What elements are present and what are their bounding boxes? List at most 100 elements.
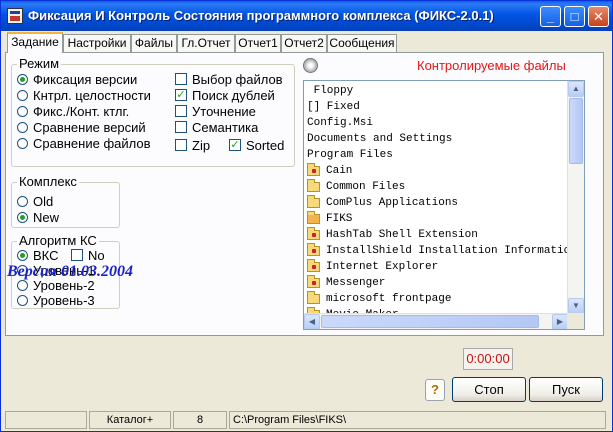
radio-new-dot[interactable] xyxy=(17,211,28,223)
check-sorted-box[interactable]: ✓ xyxy=(229,139,241,151)
check-find-duplicates-box[interactable]: ✓ xyxy=(175,89,187,101)
start-button[interactable]: Пуск xyxy=(529,377,603,402)
radio-catalog-fix-control-label: Фикс./Конт. ктлг. xyxy=(33,103,130,119)
controlled-files-title: Контролируемые файлы xyxy=(417,58,566,73)
file-list-item[interactable]: HashTab Shell Extension xyxy=(307,227,478,243)
horizontal-scrollbar[interactable]: ◀ ▶ xyxy=(304,313,568,329)
radio-level-3-dot[interactable] xyxy=(17,294,28,306)
check-refinement[interactable]: Уточнение xyxy=(175,103,256,119)
radio-catalog-fix-control-dot[interactable] xyxy=(17,105,28,117)
scroll-right-icon[interactable]: ▶ xyxy=(552,314,568,329)
radio-integrity-control[interactable]: Кнтрл. целостности xyxy=(17,87,151,103)
help-button[interactable]: ? xyxy=(425,379,445,401)
file-list-item[interactable]: Messenger xyxy=(307,275,385,291)
folder-icon xyxy=(307,195,320,208)
file-list-item[interactable]: Floppy xyxy=(307,83,354,99)
tab-settings[interactable]: Настройки xyxy=(63,34,131,52)
tab-report1[interactable]: Отчет1 xyxy=(235,34,281,52)
locked-folder-icon xyxy=(307,163,320,176)
elapsed-timer: 0:00:00 xyxy=(463,348,513,370)
file-list-item-label: InstallShield Installation Informatic xyxy=(326,245,568,257)
tab-main-report[interactable]: Гл.Отчет xyxy=(177,34,235,52)
file-list-item[interactable]: Config.Msi xyxy=(307,115,373,131)
file-list-item[interactable]: Program Files xyxy=(307,147,393,163)
scroll-left-icon[interactable]: ◀ xyxy=(304,314,320,329)
locked-folder-icon xyxy=(307,275,320,288)
file-list-item[interactable]: Cain xyxy=(307,163,352,179)
check-refinement-box[interactable] xyxy=(175,105,187,117)
scroll-corner xyxy=(567,313,584,329)
no-checkbox[interactable]: No xyxy=(71,247,105,263)
check-zip-label: Zip xyxy=(192,137,211,153)
tab-task[interactable]: Задание xyxy=(7,32,63,53)
scroll-down-icon[interactable]: ▼ xyxy=(568,298,584,314)
check-refinement-label: Уточнение xyxy=(192,103,256,119)
folder-icon xyxy=(307,291,320,304)
file-list-item-label: microsoft frontpage xyxy=(326,293,452,305)
radio-level-3[interactable]: Уровень-3 xyxy=(17,292,95,308)
refresh-icon[interactable] xyxy=(303,58,318,73)
file-list-item[interactable]: InstallShield Installation Informatic xyxy=(307,243,568,259)
radio-fix-version-dot[interactable] xyxy=(17,73,28,85)
radio-fix-version[interactable]: Фиксация версии xyxy=(17,71,137,87)
vertical-scrollbar[interactable]: ▲ ▼ xyxy=(567,81,584,314)
scroll-up-icon[interactable]: ▲ xyxy=(568,81,584,97)
stop-button[interactable]: Стоп xyxy=(452,377,526,402)
app-icon[interactable] xyxy=(7,8,23,24)
vertical-scroll-thumb[interactable] xyxy=(569,98,583,164)
check-select-files[interactable]: Выбор файлов xyxy=(175,71,283,87)
folder-icon xyxy=(307,179,320,192)
horizontal-scroll-thumb[interactable] xyxy=(321,315,539,328)
check-sorted[interactable]: ✓ Sorted xyxy=(229,137,284,153)
radio-new[interactable]: New xyxy=(17,209,59,225)
status-cell-1 xyxy=(5,411,87,429)
radio-catalog-fix-control[interactable]: Фикс./Конт. ктлг. xyxy=(17,103,129,119)
radio-old[interactable]: Old xyxy=(17,193,53,209)
file-list-item-label: Messenger xyxy=(326,277,386,289)
check-find-duplicates[interactable]: ✓ Поиск дублей xyxy=(175,87,275,103)
radio-compare-versions-dot[interactable] xyxy=(17,121,28,133)
radio-vks[interactable]: ВКС xyxy=(17,247,59,263)
maximize-button[interactable]: □ xyxy=(564,6,585,27)
file-list-item[interactable]: Documents and Settings xyxy=(307,131,452,147)
controlled-files-list[interactable]: Floppy [] Fixed Config.Msi Documents and Se… xyxy=(303,80,585,330)
tab-files[interactable]: Файлы xyxy=(131,34,177,52)
file-list-item[interactable]: Internet Explorer xyxy=(307,259,438,275)
title-bar[interactable]: Фиксация И Контроль Состояния программно… xyxy=(1,1,612,31)
file-list-item[interactable]: FIKS xyxy=(307,211,352,227)
radio-compare-files[interactable]: Сравнение файлов xyxy=(17,135,151,151)
file-list-item-label: HashTab Shell Extension xyxy=(326,229,478,241)
radio-compare-versions-label: Сравнение версий xyxy=(33,119,146,135)
minimize-button[interactable]: _ xyxy=(540,6,561,27)
check-sorted-label: Sorted xyxy=(246,137,285,153)
check-zip[interactable]: Zip xyxy=(175,137,210,153)
radio-level-3-label: Уровень-3 xyxy=(33,292,95,308)
file-list-item-label: Documents and Settings xyxy=(307,133,453,145)
version-label: Версия 01.03.2004 xyxy=(7,263,134,280)
tab-messages[interactable]: Сообщения xyxy=(327,34,397,52)
file-list-item[interactable]: microsoft frontpage xyxy=(307,291,451,307)
radio-integrity-control-dot[interactable] xyxy=(17,89,28,101)
check-semantics[interactable]: Семантика xyxy=(175,119,258,135)
file-list-item[interactable]: ComPlus Applications xyxy=(307,195,458,211)
radio-compare-files-dot[interactable] xyxy=(17,137,28,149)
radio-vks-dot[interactable] xyxy=(17,249,28,261)
check-select-files-label: Выбор файлов xyxy=(192,71,283,87)
tab-report2[interactable]: Отчет2 xyxy=(281,34,327,52)
check-select-files-box[interactable] xyxy=(175,73,187,85)
no-checkbox-box[interactable] xyxy=(71,249,83,261)
file-list-item-label: Common Files xyxy=(326,181,406,193)
algorithm-group-label: Алгоритм КС xyxy=(17,233,99,248)
file-list-item[interactable]: [] Fixed xyxy=(307,99,360,115)
status-bar: Каталог+ 8 C:\Program Files\FIKS\ xyxy=(5,411,609,429)
check-semantics-label: Семантика xyxy=(192,119,259,135)
close-button[interactable]: ✕ xyxy=(588,6,609,27)
file-list-item-label: Cain xyxy=(326,165,353,177)
radio-compare-versions[interactable]: Сравнение версий xyxy=(17,119,146,135)
check-zip-box[interactable] xyxy=(175,139,187,151)
radio-level-2-dot[interactable] xyxy=(17,279,28,291)
radio-old-dot[interactable] xyxy=(17,195,28,207)
check-semantics-box[interactable] xyxy=(175,121,187,133)
file-list-item[interactable]: Common Files xyxy=(307,179,405,195)
status-cell-path: C:\Program Files\FIKS\ xyxy=(229,411,606,429)
